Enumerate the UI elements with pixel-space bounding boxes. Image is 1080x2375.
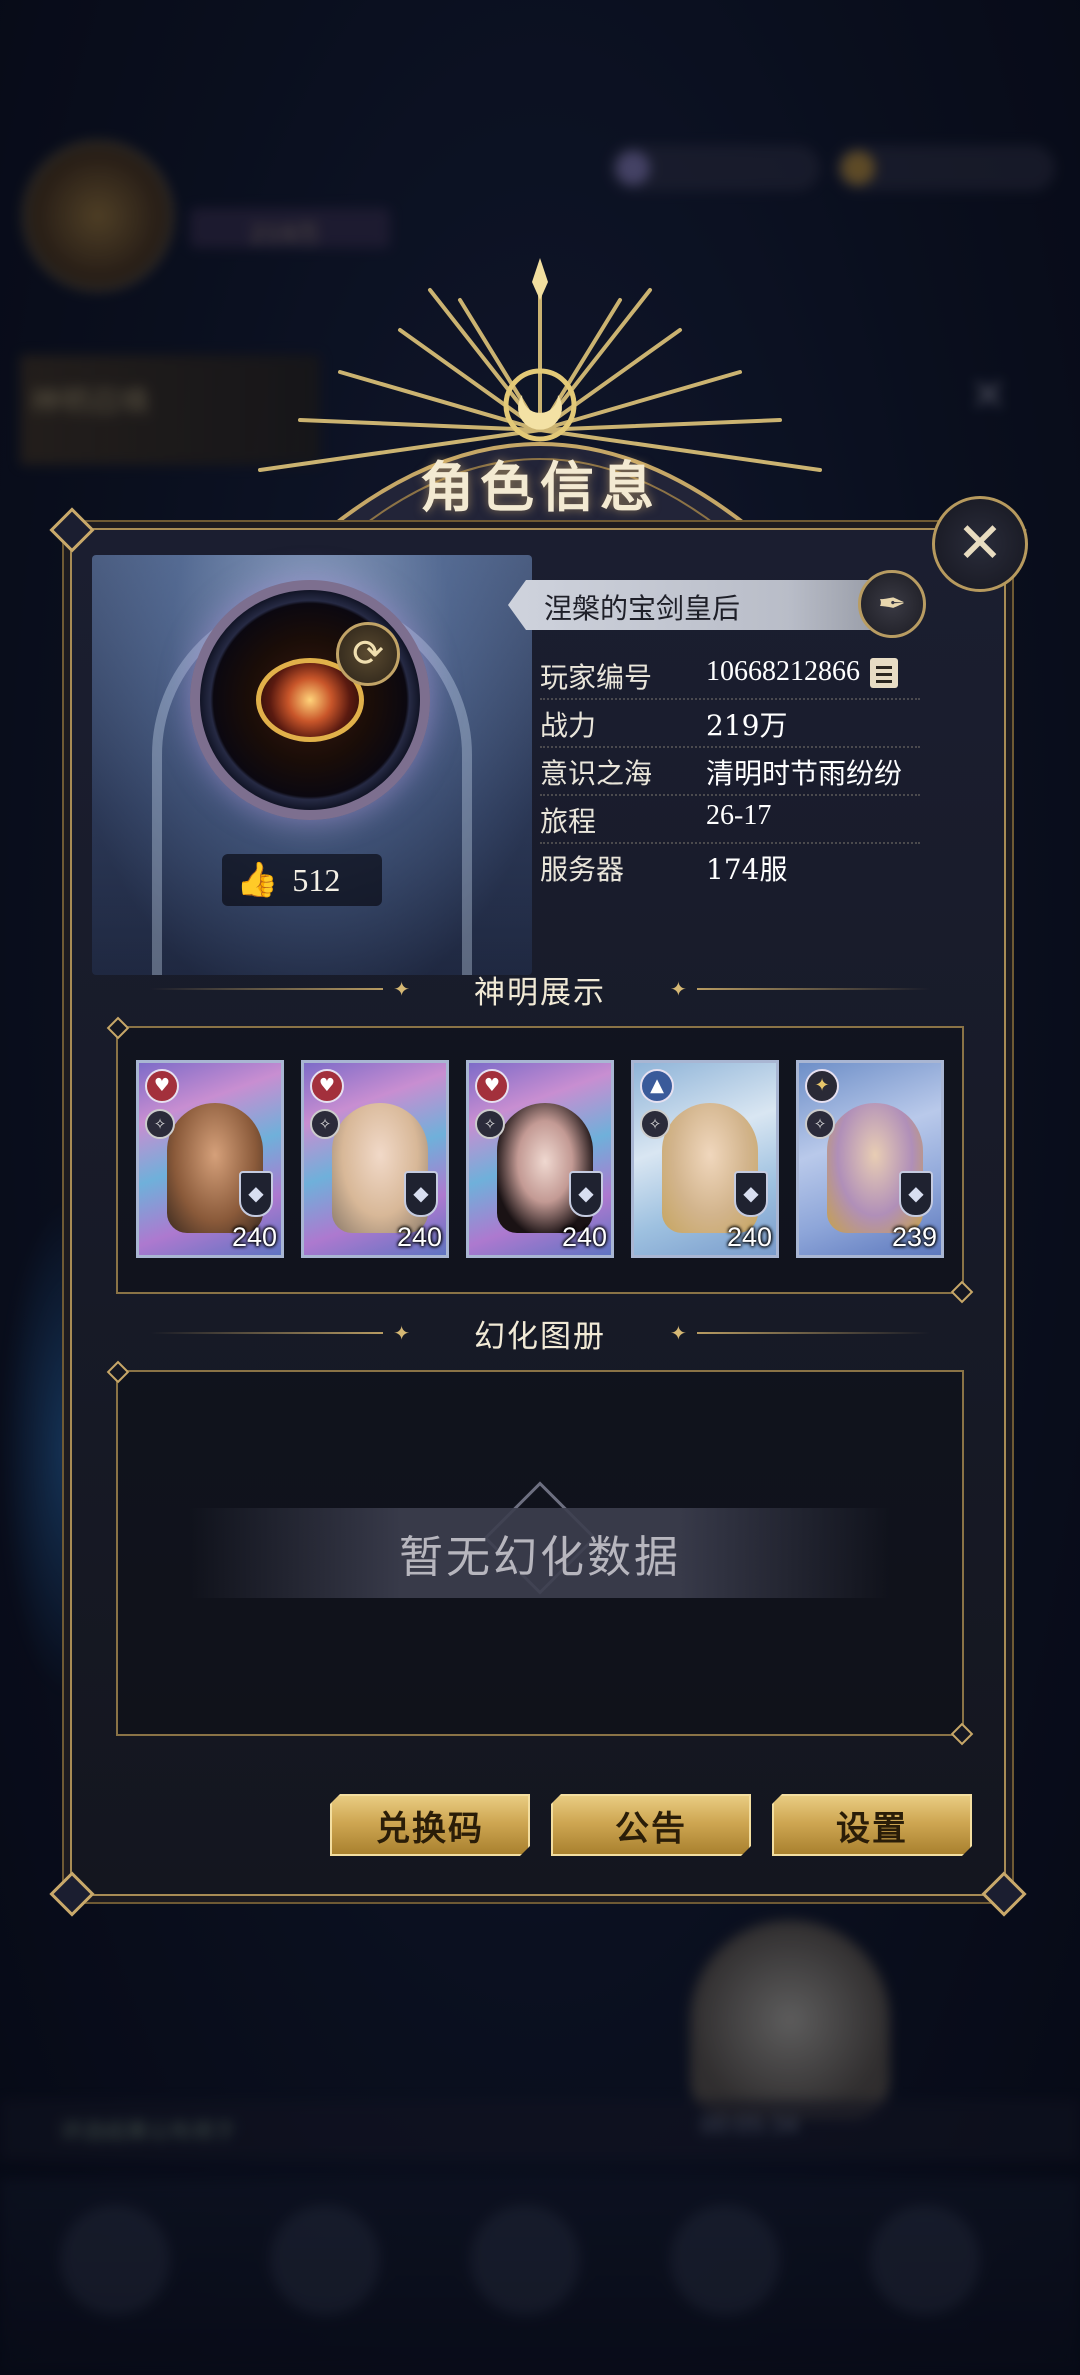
section-header-showcase: ✦ 神明展示 ✦ bbox=[150, 964, 930, 1014]
likes-count: 512 bbox=[292, 861, 341, 898]
info-label: 意识之海 bbox=[540, 757, 653, 790]
quill-icon: ✒ bbox=[877, 584, 907, 624]
info-row-power: 战力 219万 bbox=[540, 700, 920, 748]
button-label: 兑换码 bbox=[376, 1808, 484, 1849]
empty-state-text: 暂无幻化数据 bbox=[399, 1532, 681, 1583]
divider-line bbox=[696, 988, 930, 990]
info-row-journey: 旅程 26-17 bbox=[540, 796, 920, 844]
button-label: 设置 bbox=[836, 1808, 908, 1849]
change-avatar-button[interactable]: ⟳ bbox=[336, 622, 400, 686]
faction-icon: ✧ bbox=[640, 1109, 670, 1139]
rank-up-icon: ▲ bbox=[640, 1069, 674, 1103]
shield-icon: ◆ bbox=[239, 1171, 273, 1217]
hero-card[interactable]: ♥ ✧ ◆ 240 bbox=[301, 1060, 449, 1258]
section-title: 幻化图册 bbox=[474, 1318, 606, 1355]
info-row-player-id: 玩家编号 10668212866 bbox=[540, 652, 920, 700]
sea-value: 清明时节雨纷纷 bbox=[706, 757, 903, 790]
star-icon: ✦ bbox=[805, 1069, 839, 1103]
info-row-sea: 意识之海 清明时节雨纷纷 bbox=[540, 748, 920, 796]
player-avatar[interactable] bbox=[190, 580, 430, 820]
dialog-title-plate: 角色信息 bbox=[340, 432, 740, 532]
sparkle-icon: ✦ bbox=[393, 977, 410, 1001]
server-value: 174服 bbox=[706, 853, 788, 886]
shield-icon: ◆ bbox=[734, 1171, 768, 1217]
info-label: 旅程 bbox=[540, 805, 597, 838]
hero-level: 240 bbox=[396, 1222, 442, 1252]
faction-icon: ✧ bbox=[475, 1109, 505, 1139]
sparkle-icon: ✦ bbox=[670, 1321, 687, 1345]
empty-state-banner: 暂无幻化数据 bbox=[190, 1508, 890, 1598]
faction-icon: ✧ bbox=[310, 1109, 340, 1139]
heart-icon: ♥ bbox=[145, 1069, 179, 1103]
hero-card[interactable]: ▲ ✧ ◆ 240 bbox=[631, 1060, 779, 1258]
edit-name-button[interactable]: ✒ bbox=[858, 570, 926, 638]
power-value: 219万 bbox=[706, 709, 788, 742]
close-icon: ✕ bbox=[956, 511, 1004, 576]
heart-icon: ♥ bbox=[475, 1069, 509, 1103]
info-label: 玩家编号 bbox=[540, 661, 653, 694]
divider-line bbox=[150, 1332, 384, 1334]
info-label: 战力 bbox=[540, 709, 597, 742]
refresh-icon: ⟳ bbox=[352, 631, 384, 675]
button-label: 公告 bbox=[615, 1808, 687, 1849]
thumbs-up-icon: 👍 bbox=[236, 860, 279, 900]
shield-icon: ◆ bbox=[569, 1171, 603, 1217]
close-button[interactable]: ✕ bbox=[932, 496, 1028, 592]
hero-card[interactable]: ✦ ✧ ◆ 239 bbox=[796, 1060, 944, 1258]
copy-icon[interactable] bbox=[870, 658, 898, 688]
settings-button[interactable]: 设置 bbox=[772, 1794, 972, 1856]
hero-level: 240 bbox=[561, 1222, 607, 1252]
hero-level: 240 bbox=[231, 1222, 277, 1252]
info-row-server: 服务器 174服 bbox=[540, 844, 920, 890]
faction-icon: ✧ bbox=[805, 1109, 835, 1139]
heart-icon: ♥ bbox=[310, 1069, 344, 1103]
hero-card[interactable]: ♥ ✧ ◆ 240 bbox=[466, 1060, 614, 1258]
info-label: 服务器 bbox=[540, 853, 625, 886]
faction-icon: ✧ bbox=[145, 1109, 175, 1139]
sparkle-icon: ✦ bbox=[393, 1321, 410, 1345]
hero-card[interactable]: ♥ ✧ ◆ 240 bbox=[136, 1060, 284, 1258]
player-id-value: 10668212866 bbox=[706, 656, 860, 687]
redeem-code-button[interactable]: 兑换码 bbox=[330, 1794, 530, 1856]
journey-value: 26-17 bbox=[706, 800, 772, 831]
divider-line bbox=[696, 1332, 930, 1334]
dialog-title: 角色信息 bbox=[420, 454, 660, 519]
shield-icon: ◆ bbox=[404, 1171, 438, 1217]
divider-line bbox=[150, 988, 384, 990]
player-name: 涅槃的宝剑皇后 bbox=[544, 592, 741, 625]
notice-button[interactable]: 公告 bbox=[551, 1794, 751, 1856]
player-name-plate: 涅槃的宝剑皇后 bbox=[508, 580, 908, 630]
section-header-gallery: ✦ 幻化图册 ✦ bbox=[150, 1308, 930, 1358]
section-title: 神明展示 bbox=[474, 974, 606, 1011]
hero-level: 240 bbox=[726, 1222, 772, 1252]
sparkle-icon: ✦ bbox=[670, 977, 687, 1001]
shield-icon: ◆ bbox=[899, 1171, 933, 1217]
hero-level: 239 bbox=[891, 1222, 937, 1252]
likes-counter[interactable]: 👍 512 bbox=[222, 854, 382, 906]
